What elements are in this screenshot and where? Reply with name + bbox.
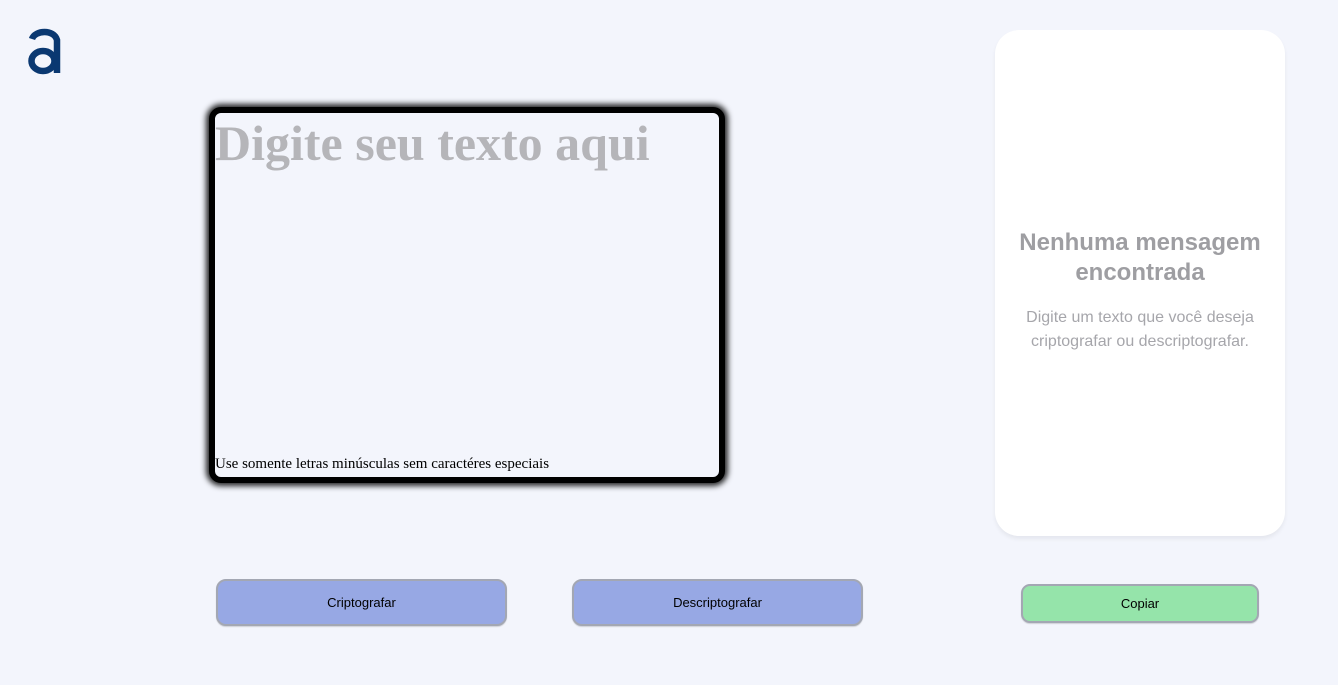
letter-a-logo-icon — [28, 28, 61, 75]
copy-button[interactable]: Copiar — [1021, 584, 1259, 623]
app-logo[interactable] — [26, 26, 62, 76]
decrypt-button[interactable]: Descriptografar — [572, 579, 863, 626]
empty-state-message: Digite um texto que você deseja criptogr… — [1026, 309, 1254, 350]
message-input[interactable] — [215, 113, 719, 477]
output-panel: Nenhuma mensagem encontrada Digite um te… — [995, 30, 1285, 536]
empty-state-title: Nenhuma mensagem encontrada — [1019, 229, 1261, 286]
text-editor-frame: Use somente letras minúsculas sem caract… — [209, 107, 725, 483]
input-hint: Use somente letras minúsculas sem caract… — [215, 456, 550, 472]
encrypt-button[interactable]: Criptografar — [216, 579, 507, 626]
